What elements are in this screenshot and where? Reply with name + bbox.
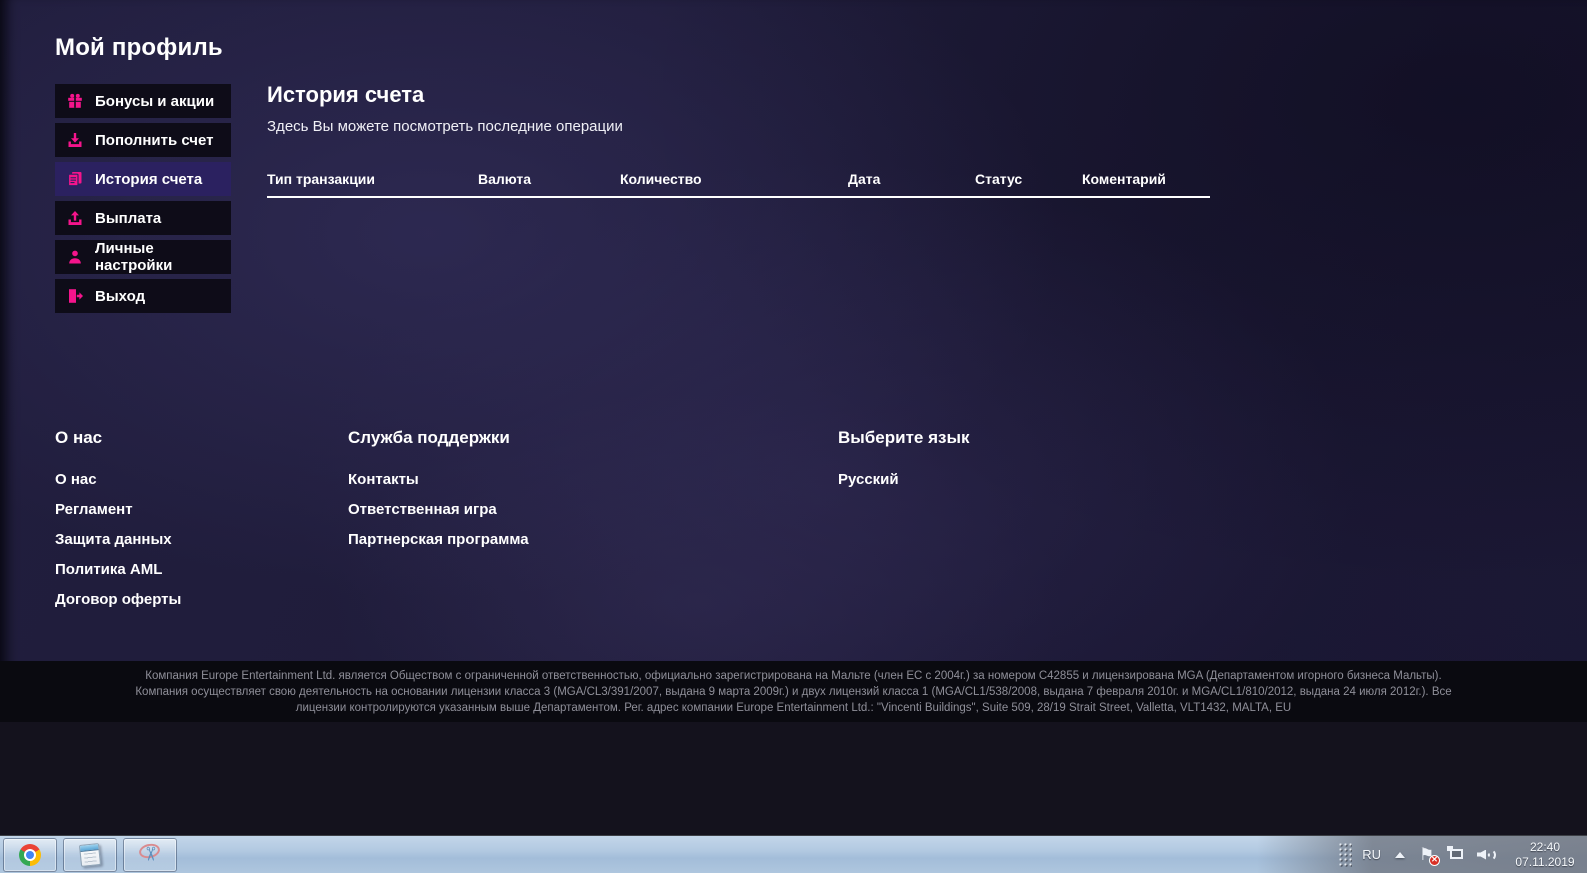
- snipping-tool-icon: ✂: [137, 841, 163, 867]
- footer-heading: О нас: [55, 428, 103, 447]
- sidebar-item-settings[interactable]: Личные настройки: [55, 240, 231, 274]
- sidebar-item-label: Пополнить счет: [95, 131, 214, 149]
- account-history-section: История счета Здесь Вы можете посмотреть…: [267, 82, 1210, 198]
- footer-heading: Выберите язык: [838, 428, 970, 447]
- taskbar-chrome-button[interactable]: [3, 837, 57, 872]
- system-tray: RU ⚑ ✕ 22:40 07.11.2019: [1338, 836, 1587, 873]
- volume-icon[interactable]: [1477, 846, 1497, 864]
- sidebar-item-bonuses[interactable]: Бонусы и акции: [55, 84, 231, 118]
- history-icon: [67, 171, 83, 187]
- page-title: Мой профиль: [55, 34, 223, 61]
- exit-icon: [67, 288, 83, 304]
- sidebar-item-payout[interactable]: Выплата: [55, 201, 231, 235]
- footer-link-about[interactable]: О нас: [55, 471, 181, 488]
- taskbar-snipping-tool-button[interactable]: ✂: [123, 837, 177, 872]
- sidebar-item-history[interactable]: История счета: [55, 162, 231, 196]
- footer-link-rules[interactable]: Регламент: [55, 501, 181, 518]
- screen: Мой профиль Бонусы и акции Пополнить сче…: [0, 0, 1587, 873]
- footer-link-aml[interactable]: Политика AML: [55, 561, 181, 578]
- footer-link-language-russian[interactable]: Русский: [838, 471, 969, 488]
- footer-column-about: О нас О нас Регламент Защита данных Поли…: [55, 428, 181, 621]
- alert-badge: ✕: [1429, 854, 1440, 866]
- sidebar-item-logout[interactable]: Выход: [55, 279, 231, 313]
- column-header-status: Статус: [975, 171, 1023, 187]
- sidebar-item-deposit[interactable]: Пополнить счет: [55, 123, 231, 157]
- taskbar-apps: ✂: [0, 836, 183, 873]
- column-header-date: Дата: [848, 171, 881, 187]
- sidebar-item-label: Выход: [95, 287, 146, 305]
- footer-link-partners[interactable]: Партнерская программа: [348, 531, 529, 548]
- column-header-type: Тип транзакции: [267, 171, 376, 187]
- sidebar: Бонусы и акции Пополнить счет История сч…: [55, 84, 231, 318]
- footer-column-support: Служба поддержки Контакты Ответственная …: [348, 428, 529, 561]
- footer-column-language: Выберите язык Русский: [838, 428, 969, 501]
- payout-icon: [67, 210, 83, 226]
- network-icon[interactable]: [1447, 845, 1465, 864]
- column-header-currency: Валюта: [478, 171, 532, 187]
- sidebar-item-label: Выплата: [95, 209, 162, 227]
- show-hidden-icons-arrow[interactable]: [1395, 851, 1405, 858]
- footer-link-data[interactable]: Защита данных: [55, 531, 181, 548]
- footer-link-offer[interactable]: Договор оферты: [55, 591, 181, 608]
- sidebar-item-label: Бонусы и акции: [95, 92, 215, 110]
- transactions-table: Тип транзакции Валюта Количество Дата Ст…: [267, 171, 1210, 198]
- bottom-spacer: [0, 722, 1587, 835]
- section-subtitle: Здесь Вы можете посмотреть последние опе…: [267, 118, 623, 135]
- person-icon: [67, 249, 83, 265]
- legal-line: лицензии контролируются указанным выше Д…: [295, 701, 1292, 714]
- notepad-icon: [78, 842, 102, 867]
- legal-line: Компания осуществляет свою деятельность …: [135, 685, 1452, 698]
- chrome-icon: [19, 843, 41, 866]
- footer-heading: Служба поддержки: [348, 428, 510, 447]
- column-header-amount: Количество: [620, 171, 702, 187]
- deposit-icon: [67, 132, 83, 148]
- legal-strip: Компания Europe Entertainment Ltd. являе…: [0, 661, 1587, 722]
- clock-time: 22:40: [1529, 839, 1561, 854]
- legal-line: Компания Europe Entertainment Ltd. являе…: [145, 669, 1442, 682]
- footer-link-contacts[interactable]: Контакты: [348, 471, 529, 488]
- taskbar: ✂ RU ⚑ ✕ 22:40 07.11.2019: [0, 835, 1587, 873]
- taskbar-notepad-button[interactable]: [63, 837, 117, 872]
- action-center-flag-icon[interactable]: ⚑ ✕: [1419, 845, 1440, 866]
- footer-link-responsible[interactable]: Ответственная игра: [348, 501, 529, 518]
- column-header-comment: Коментарий: [1082, 171, 1166, 187]
- sidebar-item-label: История счета: [95, 170, 203, 188]
- section-title: История счета: [267, 82, 425, 107]
- taskbar-grip[interactable]: [1338, 841, 1353, 868]
- clock-date: 07.11.2019: [1515, 854, 1575, 869]
- sidebar-item-label: Личные настройки: [95, 240, 173, 274]
- language-indicator[interactable]: RU: [1362, 847, 1381, 862]
- taskbar-clock[interactable]: 22:40 07.11.2019: [1511, 840, 1579, 870]
- gift-icon: [67, 93, 83, 109]
- transactions-table-header: Тип транзакции Валюта Количество Дата Ст…: [267, 171, 1210, 198]
